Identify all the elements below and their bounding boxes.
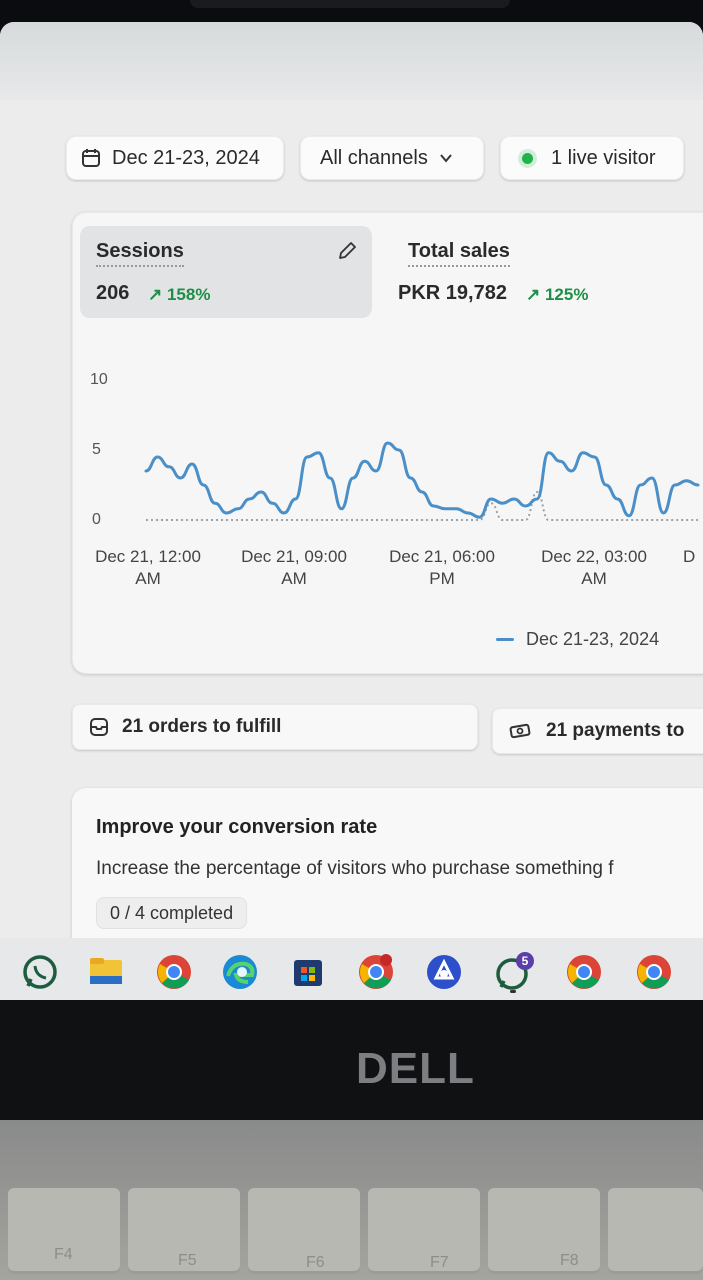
payments-label: 21 payments to [546,720,685,741]
inbox-icon [90,718,108,736]
keyboard-key [248,1188,360,1274]
orders-to-fulfill-label: 21 orders to fulfill [122,716,282,737]
chrome-icon[interactable] [152,950,196,994]
x-tick-label: Dec 21, 06:00 PM [372,546,512,590]
x-tick-label-line1: D [683,547,696,566]
x-tick-label-line2: PM [429,569,455,588]
x-tick-label: D [683,546,703,568]
laptop-bezel [0,1000,703,1120]
legend-label: Dec 21-23, 2024 [526,629,660,649]
cash-icon [509,723,531,739]
legend-line-swatch [496,638,514,641]
key-label: F6 [306,1254,325,1271]
x-tick-label-line2: AM [581,569,607,588]
orders-to-fulfill-card[interactable]: 21 orders to fulfill [72,704,478,750]
x-tick-label-line2: AM [281,569,307,588]
x-tick-label-line1: Dec 21, 06:00 [389,547,495,566]
conversion-description: Increase the percentage of visitors who … [96,858,614,879]
chrome-icon[interactable] [562,950,606,994]
key-label: F5 [178,1252,197,1269]
keyboard-key [488,1188,600,1274]
key-label: F7 [430,1254,449,1271]
sessions-series-line [144,441,700,519]
file-explorer-icon[interactable] [84,950,128,994]
conversion-title: Improve your conversion rate [96,816,378,838]
payments-card[interactable]: 21 payments to [492,708,703,754]
whatsapp-icon[interactable] [18,950,62,994]
edge-icon[interactable] [218,950,262,994]
dell-logo: DELL [356,1044,475,1093]
keyboard-key [608,1188,703,1274]
x-tick-label-line2: AM [135,569,161,588]
x-tick-label: Dec 21, 12:00 AM [78,546,218,590]
conversion-progress-badge: 0 / 4 completed [96,897,248,929]
chrome-profile-icon[interactable] [354,950,398,994]
keyboard-key [368,1188,480,1274]
chrome-icon[interactable] [632,950,676,994]
whatsapp-badge-count: 5 [522,954,529,968]
x-tick-label-line1: Dec 22, 03:00 [541,547,647,566]
x-tick-label-line1: Dec 21, 12:00 [95,547,201,566]
microsoft-store-icon[interactable] [286,950,330,994]
x-tick-label-line1: Dec 21, 09:00 [241,547,347,566]
app-icon[interactable] [422,950,466,994]
x-tick-label: Dec 22, 03:00 AM [524,546,664,590]
key-label: F8 [560,1252,579,1269]
key-label: F4 [54,1246,73,1263]
whatsapp-notification-icon[interactable]: 5 [492,950,536,994]
chart-legend: Dec 21-23, 2024 [496,629,659,650]
x-tick-label: Dec 21, 09:00 AM [224,546,364,590]
